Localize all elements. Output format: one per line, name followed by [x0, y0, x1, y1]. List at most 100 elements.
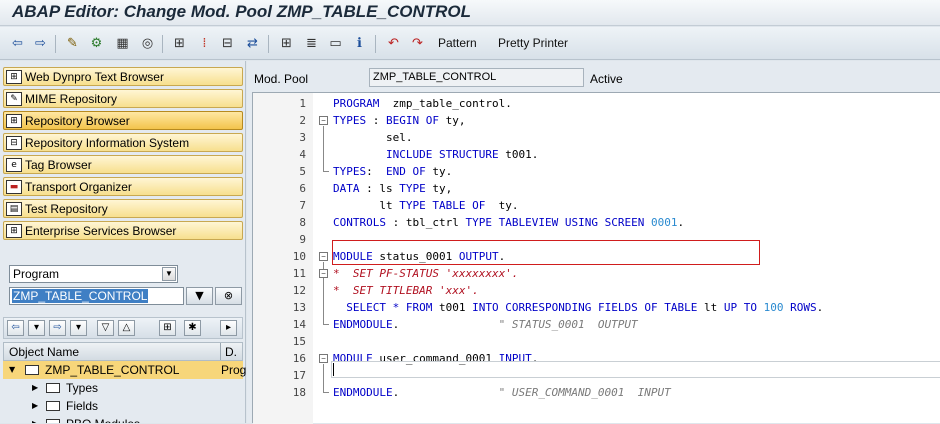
nav-web-dynpro-text-browser[interactable]: ⊞ Web Dynpro Text Browser [3, 67, 243, 86]
editor-area: Mod. Pool ZMP_TABLE_CONTROL Active 1 PROG… [247, 61, 940, 424]
nav-label: Test Repository [25, 201, 108, 216]
fold-toggle-icon[interactable]: − [319, 354, 328, 363]
info-system-icon: ⊟ [6, 135, 22, 150]
tree-col-description[interactable]: D. [225, 345, 237, 359]
tree-row-pbo-modules[interactable]: ▶ PBO Modules [3, 415, 243, 423]
program-status: Active [590, 72, 623, 86]
folder-icon [46, 383, 60, 393]
object-list-icon[interactable]: ▦ [114, 35, 131, 52]
tree-col-object-name[interactable]: Object Name [9, 345, 79, 359]
active-inactive-icon[interactable]: ⚙ [88, 35, 105, 52]
tree-row-fields[interactable]: ▶ Fields [3, 397, 243, 415]
tree-row-types[interactable]: ▶ Types [3, 379, 243, 397]
forward-arrow-icon[interactable]: ⇨ [32, 35, 49, 52]
fold-toggle-icon[interactable]: − [319, 269, 328, 278]
nav-label: Tag Browser [25, 157, 92, 172]
line-number: 14 [292, 318, 306, 331]
application-toolbar: ⇦ ⇨ ✎ ⚙ ▦ ◎ ⊞ ⁞ ⊟ ⇄ ⊞ ≣ ▭ ℹ ↶ ↷ Pattern … [0, 27, 940, 60]
frame-icon[interactable]: ▭ [327, 35, 344, 52]
breakpoint-icon[interactable]: ⁞ [196, 35, 213, 52]
chevron-right-icon[interactable]: ▸ [220, 320, 237, 336]
nav-repository-information-system[interactable]: ⊟ Repository Information System [3, 133, 243, 152]
code-line: PROGRAM zmp_table_control. [333, 97, 512, 110]
nav-transport-organizer[interactable]: ▬ Transport Organizer [3, 177, 243, 196]
nav-label: Enterprise Services Browser [25, 223, 177, 238]
dropdown-button[interactable]: ▼ [186, 287, 213, 305]
toolbar-separator [55, 35, 56, 53]
code-line: ENDMODULE. " USER_COMMAND_0001 INPUT [333, 386, 671, 399]
code-line: CONTROLS : tbl_ctrl TYPE TABLEVIEW USING… [333, 216, 685, 229]
display-change-icon[interactable]: ✎ [64, 35, 81, 52]
navigation-icon[interactable]: ⇄ [244, 35, 261, 52]
chevron-right-icon[interactable]: ▶ [32, 397, 38, 415]
folder-icon [25, 365, 39, 375]
fold-toggle-icon[interactable]: − [319, 116, 328, 125]
pretty-printer-button[interactable]: Pretty Printer [498, 36, 568, 50]
pattern-button[interactable]: Pattern [438, 36, 477, 50]
line-number: 8 [299, 216, 306, 229]
where-used-icon[interactable]: ◎ [139, 35, 156, 52]
back-arrow-icon[interactable]: ⇦ [9, 35, 26, 52]
chevron-down-icon[interactable]: ▾ [28, 320, 45, 336]
code-line: TYPES : BEGIN OF ty, [333, 114, 466, 127]
toolbar-separator [268, 35, 269, 53]
fold-end [323, 324, 329, 325]
code-line: ENDMODULE. " STATUS_0001 OUTPUT [333, 318, 638, 331]
chevron-down-icon[interactable]: ▼ [162, 267, 176, 281]
line-number: 6 [299, 182, 306, 195]
nav-mime-repository[interactable]: ✎ MIME Repository [3, 89, 243, 108]
highlight-box [332, 240, 760, 265]
tree-header: Object Name D. [3, 342, 243, 361]
tree-toolbar: ⇦ ▾ ⇨ ▾ ▽ △ ⊞ ✱ ▸ [3, 317, 243, 339]
collapse-icon[interactable]: ▽ [97, 320, 114, 336]
nav-repository-browser[interactable]: ⊞ Repository Browser [3, 111, 243, 130]
test-icon: ▤ [6, 201, 22, 216]
mime-icon: ✎ [6, 91, 22, 106]
redo-icon[interactable]: ↷ [409, 35, 426, 52]
hierarchy-icon[interactable]: ⊞ [159, 320, 176, 336]
expand-icon[interactable]: △ [118, 320, 135, 336]
tree-row-program[interactable]: ▼ ZMP_TABLE_CONTROL Prog [3, 361, 246, 379]
enhance-icon[interactable]: ≣ [303, 35, 320, 52]
code-line: sel. [333, 131, 413, 144]
folder-icon [46, 401, 60, 411]
tree-label: Fields [66, 399, 99, 413]
line-number: 15 [292, 335, 306, 348]
fold-toggle-icon[interactable]: − [319, 252, 328, 261]
chevron-right-icon[interactable]: ▶ [32, 415, 38, 423]
line-number: 4 [299, 148, 306, 161]
object-name-input[interactable]: ZMP_TABLE_CONTROL [9, 287, 184, 305]
nav-tag-browser[interactable]: e Tag Browser [3, 155, 243, 174]
column-divider[interactable] [220, 343, 221, 360]
line-number: 16 [292, 352, 306, 365]
object-navigator-panel: ⊞ Web Dynpro Text Browser ✎ MIME Reposit… [0, 61, 246, 423]
nav-label: Repository Browser [25, 113, 130, 128]
line-number: 13 [292, 301, 306, 314]
chevron-down-icon[interactable]: ▼ [9, 361, 15, 379]
nav-enterprise-services-browser[interactable]: ⊞ Enterprise Services Browser [3, 221, 243, 240]
nav-test-repository[interactable]: ▤ Test Repository [3, 199, 243, 218]
line-number: 18 [292, 386, 306, 399]
window-title: ABAP Editor: Change Mod. Pool ZMP_TABLE_… [12, 2, 471, 21]
settings-icon[interactable]: ✱ [184, 320, 201, 336]
hierarchy-icon: ⊞ [6, 113, 22, 128]
forward-arrow-icon[interactable]: ⇨ [49, 320, 66, 336]
services-icon: ⊞ [6, 223, 22, 238]
info-icon[interactable]: ℹ [351, 35, 368, 52]
display-object-icon[interactable]: ⊟ [219, 35, 236, 52]
chevron-right-icon[interactable]: ▶ [32, 379, 38, 397]
code-editor[interactable]: 1 PROGRAM zmp_table_control. 2 TYPES : BEGI… [252, 92, 940, 424]
program-name-field: ZMP_TABLE_CONTROL [369, 68, 584, 87]
back-arrow-icon[interactable]: ⇦ [7, 320, 24, 336]
object-type-select[interactable]: Program ▼ [9, 265, 178, 283]
code-line: * SET TITLEBAR 'xxx'. [333, 284, 479, 297]
chevron-down-icon[interactable]: ▾ [70, 320, 87, 336]
display-glasses-button[interactable]: ⊗ [215, 287, 242, 305]
code-line: TYPES: END OF ty. [333, 165, 453, 178]
line-number: 9 [299, 233, 306, 246]
hierarchy-icon[interactable]: ⊞ [171, 35, 188, 52]
nav-label: Transport Organizer [25, 179, 132, 194]
layout-icon[interactable]: ⊞ [278, 35, 295, 52]
undo-icon[interactable]: ↶ [385, 35, 402, 52]
line-number: 17 [292, 369, 306, 382]
